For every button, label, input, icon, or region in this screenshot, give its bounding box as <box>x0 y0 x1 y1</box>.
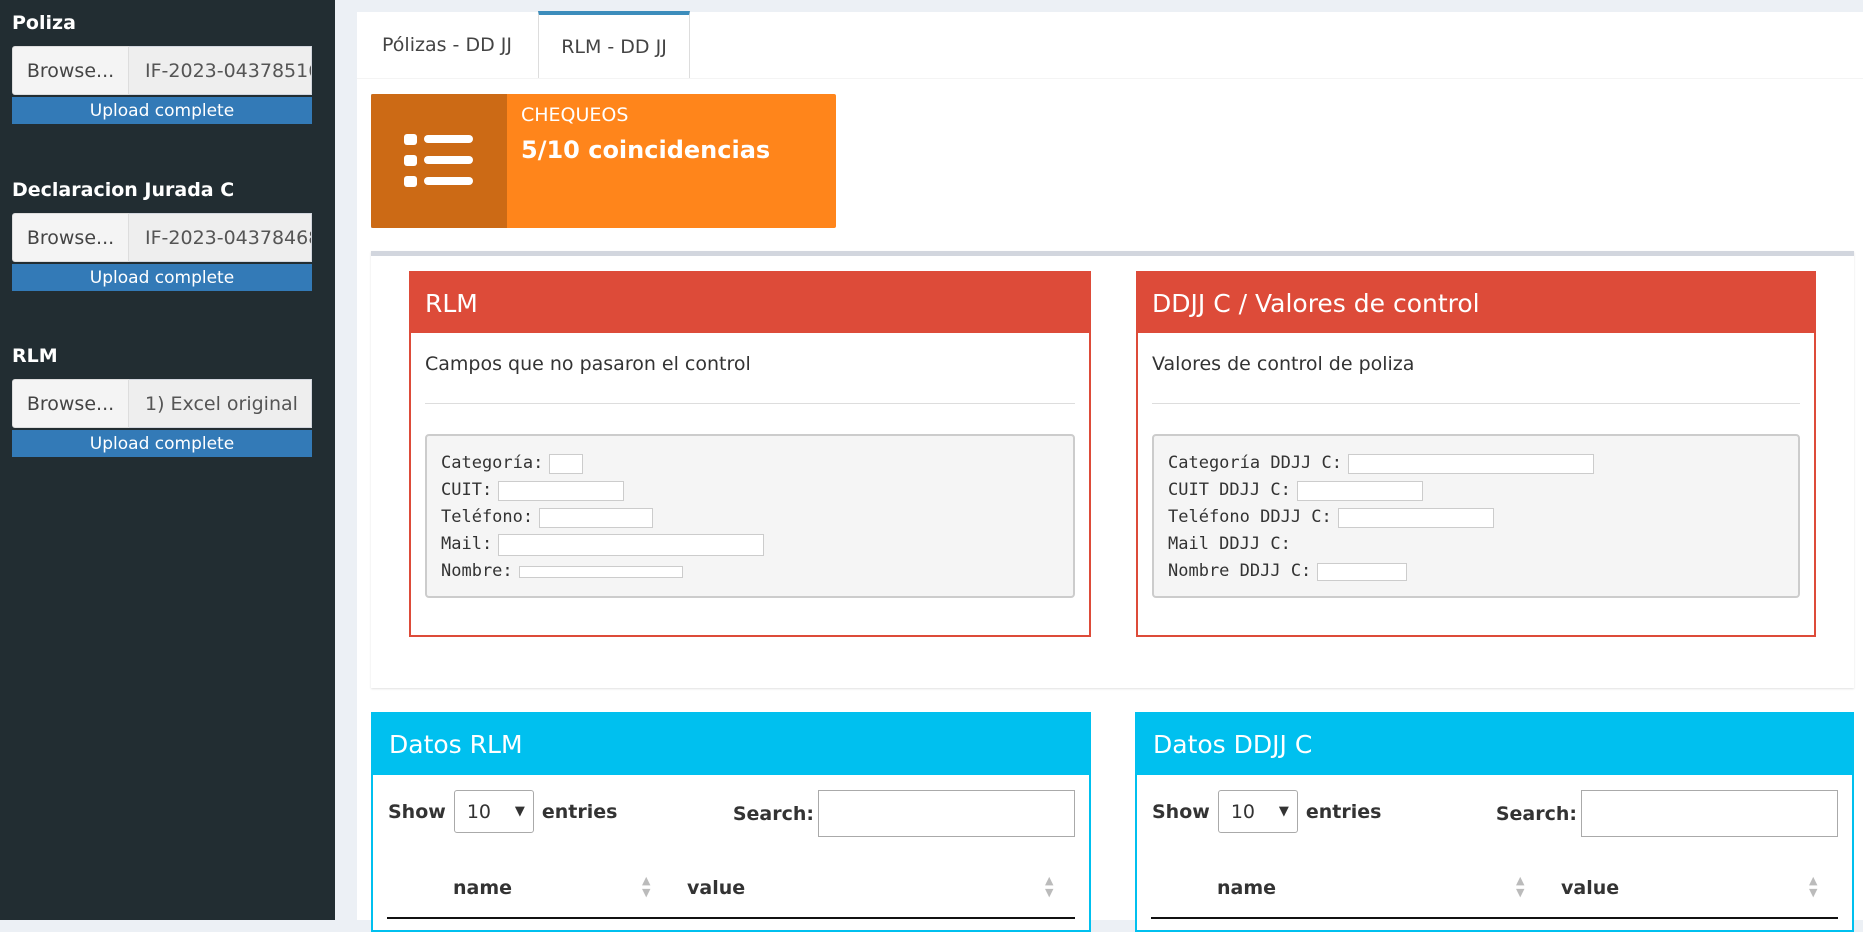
column-header-value[interactable]: value <box>687 877 745 899</box>
field-label: Teléfono: <box>441 507 534 527</box>
caret-down-icon: ▼ <box>514 804 525 819</box>
search-input[interactable] <box>1581 790 1838 837</box>
field-label: Mail: <box>441 534 493 554</box>
search-label: Search: <box>732 802 814 825</box>
field-line: Nombre: <box>441 558 1073 585</box>
field-label: Categoría: <box>441 453 544 473</box>
ddjj-fields-output: Categoría DDJJ C: CUIT DDJJ C: Teléfono … <box>1152 434 1800 598</box>
datos-rlm-title: Datos RLM <box>373 714 1089 775</box>
rlm-box-title: RLM <box>411 273 1089 333</box>
entries-value: 10 <box>466 800 492 823</box>
field-label: Nombre DDJJ C: <box>1168 561 1312 581</box>
upload-label: RLM <box>12 345 58 367</box>
entries-select[interactable]: 10 ▼ <box>1217 790 1298 833</box>
field-label: CUIT DDJJ C: <box>1168 480 1291 500</box>
control-box: RLM Campos que no pasaron el control Cat… <box>371 251 1854 688</box>
field-line: Mail DDJJ C: <box>1168 531 1798 558</box>
field-line: Categoría DDJJ C: <box>1168 450 1798 477</box>
field-line: Mail: <box>441 531 1073 558</box>
field-label: Categoría DDJJ C: <box>1168 453 1342 473</box>
entries-label: entries <box>1305 800 1382 823</box>
search-label: Search: <box>1495 802 1577 825</box>
ddjj-box-title: DDJJ C / Valores de control <box>1138 273 1814 333</box>
sort-icon[interactable]: ▲ ▼ <box>642 875 650 899</box>
entries-select[interactable]: 10 ▼ <box>453 790 534 833</box>
infobox-value: 5/10 coincidencias <box>521 136 771 164</box>
upload-declaracion: Declaracion Jurada C Browse... IF-2023-0… <box>12 179 312 291</box>
column-header-value[interactable]: value <box>1561 877 1619 899</box>
redacted-value <box>1348 453 1594 474</box>
upload-rlm: RLM Browse... 1) Excel original Upload c… <box>12 345 312 457</box>
column-header-name[interactable]: name <box>1217 877 1276 899</box>
upload-label: Poliza <box>12 12 76 34</box>
show-label: Show <box>388 800 446 823</box>
browse-button[interactable]: Browse... <box>12 379 129 428</box>
field-line: CUIT: <box>441 477 1073 504</box>
upload-progress-bar: Upload complete <box>12 264 312 291</box>
field-label: CUIT: <box>441 480 493 500</box>
field-line: Teléfono DDJJ C: <box>1168 504 1798 531</box>
browse-button[interactable]: Browse... <box>12 46 129 95</box>
redacted-value <box>498 533 765 556</box>
rlm-box-subtitle: Campos que no pasaron el control <box>425 353 1075 404</box>
search-input[interactable] <box>818 790 1075 837</box>
ddjj-box-subtitle: Valores de control de poliza <box>1152 353 1800 404</box>
upload-progress-bar: Upload complete <box>12 430 312 457</box>
datos-rlm-box: Datos RLM Show 10 ▼ entries Search: name… <box>371 712 1091 932</box>
redacted-value <box>1296 480 1423 501</box>
field-label: Teléfono DDJJ C: <box>1168 507 1332 527</box>
table-header: name ▲ ▼ value ▲ ▼ <box>1151 865 1838 919</box>
field-line: CUIT DDJJ C: <box>1168 477 1798 504</box>
redacted-value <box>498 480 625 501</box>
sort-icon[interactable]: ▲ ▼ <box>1809 875 1817 899</box>
field-label: Mail DDJJ C: <box>1168 534 1291 554</box>
field-line: Nombre DDJJ C: <box>1168 558 1798 585</box>
table-header: name ▲ ▼ value ▲ ▼ <box>387 865 1075 919</box>
list-icon <box>371 94 507 228</box>
redacted-value <box>1337 507 1494 528</box>
entries-label: entries <box>541 800 618 823</box>
rlm-box: RLM Campos que no pasaron el control Cat… <box>409 271 1091 637</box>
show-label: Show <box>1152 800 1210 823</box>
sidebar: Poliza Browse... IF-2023-04378516 Upload… <box>0 0 335 920</box>
file-name-field: IF-2023-04378516 <box>129 46 312 95</box>
tab-rlm-ddjj[interactable]: RLM - DD JJ <box>538 11 690 78</box>
redacted-value <box>1317 562 1408 581</box>
datos-ddjj-title: Datos DDJJ C <box>1137 714 1852 775</box>
column-header-name[interactable]: name <box>453 877 512 899</box>
sort-icon[interactable]: ▲ ▼ <box>1516 875 1524 899</box>
chequeos-infobox: CHEQUEOS 5/10 coincidencias <box>371 94 836 228</box>
upload-label: Declaracion Jurada C <box>12 179 235 201</box>
redacted-value <box>518 565 683 578</box>
field-line: Categoría: <box>441 450 1073 477</box>
browse-button[interactable]: Browse... <box>12 213 129 262</box>
entries-value: 10 <box>1230 800 1256 823</box>
file-name-field: 1) Excel original <box>129 379 312 428</box>
caret-down-icon: ▼ <box>1278 804 1289 819</box>
upload-poliza: Poliza Browse... IF-2023-04378516 Upload… <box>12 12 312 124</box>
redacted-value <box>549 453 584 474</box>
rlm-fields-output: Categoría: CUIT: Teléfono: Mail: Nombre: <box>425 434 1075 598</box>
sort-icon[interactable]: ▲ ▼ <box>1045 875 1053 899</box>
infobox-title: CHEQUEOS <box>521 104 629 126</box>
ddjj-box: DDJJ C / Valores de control Valores de c… <box>1136 271 1816 637</box>
tab-bar: Pólizas - DD JJ RLM - DD JJ <box>357 11 1863 79</box>
field-line: Teléfono: <box>441 504 1073 531</box>
field-label: Nombre: <box>441 561 513 581</box>
file-name-field: IF-2023-04378468 <box>129 213 312 262</box>
upload-progress-bar: Upload complete <box>12 97 312 124</box>
redacted-value <box>539 507 654 528</box>
datos-ddjj-box: Datos DDJJ C Show 10 ▼ entries Search: n… <box>1135 712 1854 932</box>
tab-polizas-ddjj[interactable]: Pólizas - DD JJ <box>357 12 537 78</box>
